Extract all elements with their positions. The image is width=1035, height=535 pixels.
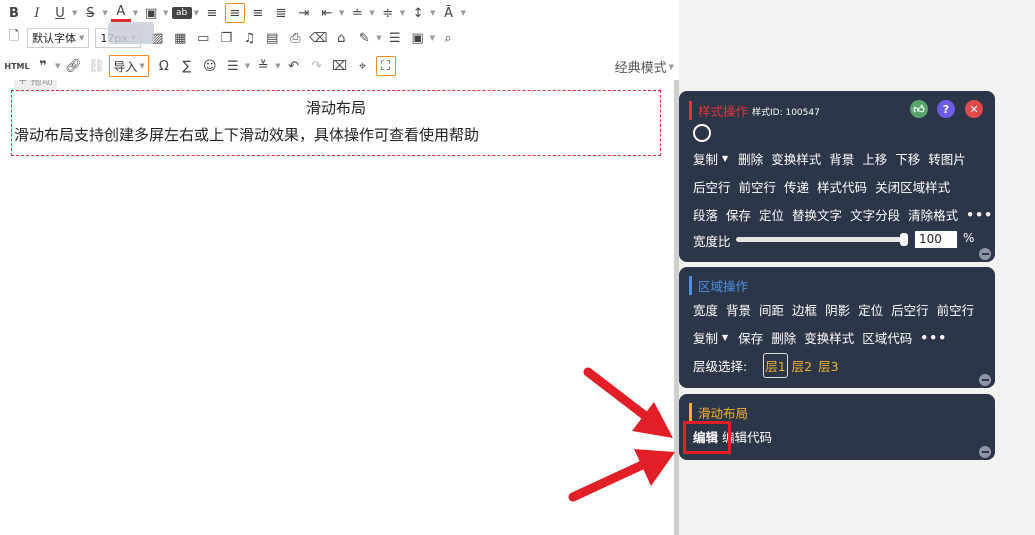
page: B I U ▼ S ▼ A ▼ ▣ ▼ ab ▼ ≡ ≡ ≡ ≣ ⇥ ⇤ ▼ ≐ ▼ ≑ ▼ ↕…	[0, 0, 1035, 535]
arrow-lower	[568, 449, 675, 502]
arrow-upper	[583, 367, 673, 438]
annotation-arrows	[568, 367, 675, 502]
